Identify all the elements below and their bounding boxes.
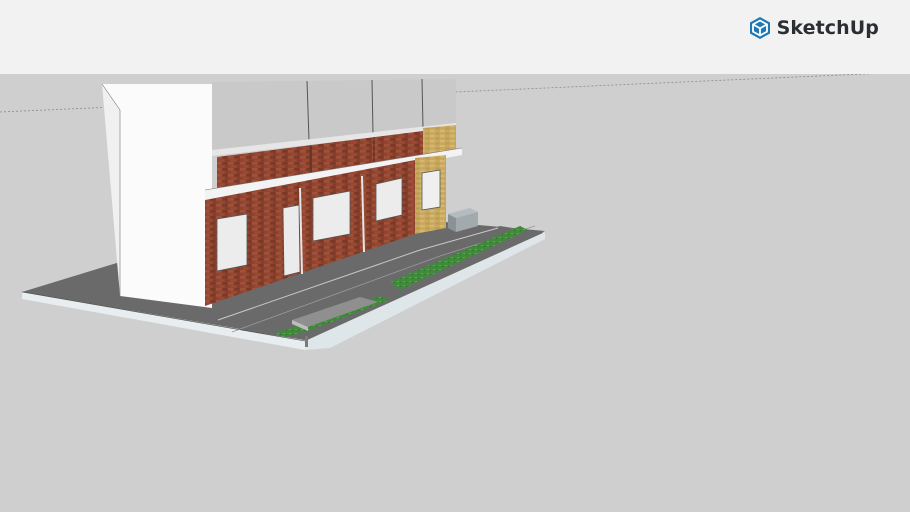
bollard <box>305 336 308 347</box>
sketchup-brand: SketchUp <box>749 16 879 40</box>
brand-name: SketchUp <box>776 17 879 39</box>
window-left <box>216 213 248 272</box>
sketchup-logo-icon <box>749 17 770 39</box>
window-right <box>375 177 403 222</box>
window-yellow-wall <box>421 169 441 211</box>
top-bar: SketchUp <box>0 0 910 74</box>
door <box>282 204 301 277</box>
window-center <box>312 190 351 242</box>
model-canvas[interactable] <box>0 74 910 512</box>
model-viewport[interactable] <box>0 74 910 512</box>
